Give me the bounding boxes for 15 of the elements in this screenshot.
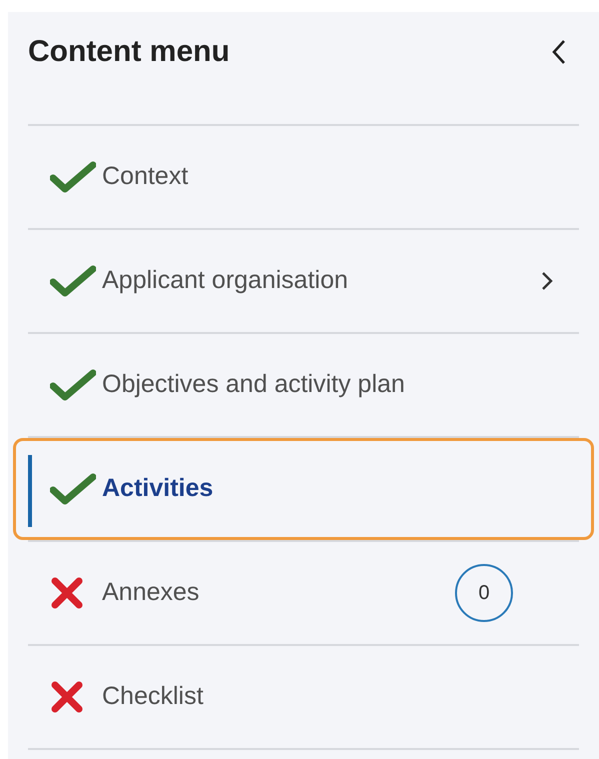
item-label: Context [102, 161, 190, 192]
count-badge: 0 [455, 564, 513, 622]
menu-item[interactable]: Checklist [13, 646, 594, 748]
item-label: Checklist [102, 681, 204, 712]
menu-item[interactable]: Applicant organisation [13, 230, 594, 332]
item-label: Annexes [102, 577, 200, 608]
menu-item[interactable]: Objectives and activity plan [13, 334, 594, 436]
menu-item[interactable]: Activities [13, 438, 594, 540]
menu-item[interactable]: Annexes 0 [13, 542, 594, 644]
item-label: Objectives and activity plan [102, 369, 406, 400]
item-label: Applicant organisation [102, 265, 349, 296]
item-label: Activities [102, 473, 214, 504]
selection-bar [28, 455, 32, 527]
menu-title: Content menu [28, 34, 230, 70]
menu-item[interactable]: Context [13, 126, 594, 228]
